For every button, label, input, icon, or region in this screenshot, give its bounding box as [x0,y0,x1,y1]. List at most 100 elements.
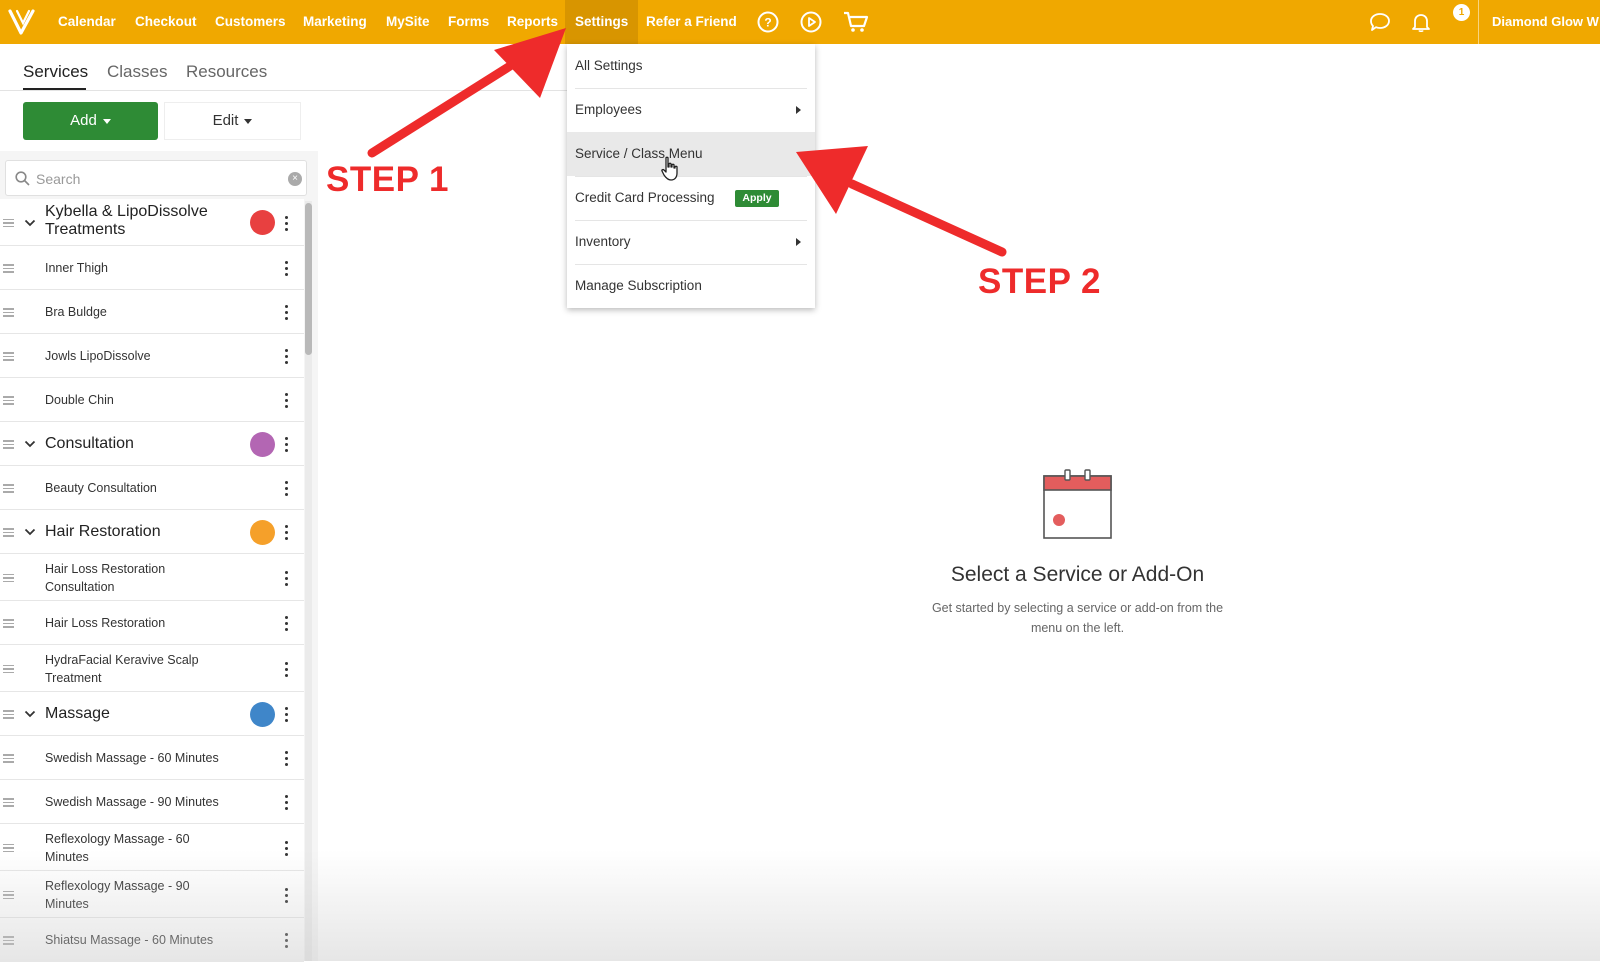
menu-item-inventory[interactable]: Inventory [567,220,815,264]
more-options-icon[interactable] [283,481,289,497]
service-item-row[interactable]: HydraFacial Keravive Scalp Treatment [0,645,304,692]
more-options-icon[interactable] [283,570,289,587]
menu-item-employees[interactable]: Employees [567,88,815,132]
service-label: Shiatsu Massage - 60 Minutes [45,933,214,947]
nav-customers[interactable]: Customers [215,0,286,44]
drag-handle-icon[interactable] [3,396,14,405]
add-button-label: Add [70,112,97,129]
drag-handle-icon[interactable] [3,218,14,227]
apply-badge[interactable]: Apply [735,190,779,207]
more-options-icon[interactable] [283,393,289,409]
menu-item-label: All Settings [575,58,643,73]
nav-mysite[interactable]: MySite [386,0,430,44]
more-options-icon[interactable] [283,840,289,857]
drag-handle-icon[interactable] [3,664,14,673]
service-category-row[interactable]: Hair Restoration [0,510,304,554]
service-item-row[interactable]: Jowls LipoDissolve [0,334,304,378]
service-item-row[interactable]: Swedish Massage - 60 Minutes [0,736,304,780]
edit-button[interactable]: Edit [164,102,301,140]
scrollbar-thumb[interactable] [305,203,312,355]
more-options-icon[interactable] [283,933,289,949]
settings-dropdown-menu: All Settings Employees Service / Class M… [567,44,815,308]
drag-handle-icon[interactable] [3,484,14,493]
more-options-icon[interactable] [283,661,289,678]
chevron-down-icon[interactable] [24,708,36,720]
menu-item-manage-subscription[interactable]: Manage Subscription [567,264,815,308]
drag-handle-icon[interactable] [3,308,14,317]
notification-count-badge: 1 [1453,4,1470,21]
drag-handle-icon[interactable] [3,890,14,899]
caret-down-icon [244,118,253,124]
service-item-row[interactable]: Hair Loss Restoration Consultation [0,554,304,601]
more-options-icon[interactable] [283,707,289,723]
drag-handle-icon[interactable] [3,754,14,763]
tab-resources[interactable]: Resources [186,62,267,82]
nav-calendar[interactable]: Calendar [58,0,116,44]
more-options-icon[interactable] [283,751,289,767]
nav-forms[interactable]: Forms [448,0,489,44]
more-options-icon[interactable] [283,215,289,232]
more-options-icon[interactable] [283,616,289,632]
drag-handle-icon[interactable] [3,352,14,361]
service-item-row[interactable]: Reflexology Massage - 60 Minutes [0,824,304,871]
nav-settings[interactable]: Settings [565,0,639,44]
caret-down-icon [102,118,111,124]
service-item-row[interactable]: Double Chin [0,378,304,422]
service-item-row[interactable]: Hair Loss Restoration [0,601,304,645]
more-options-icon[interactable] [283,261,289,277]
chevron-down-icon[interactable] [24,438,36,450]
notification-bell-icon[interactable] [1410,11,1432,33]
play-video-icon[interactable] [800,11,822,33]
drag-handle-icon[interactable] [3,440,14,449]
category-label: Kybella & LipoDissolve Treatments [45,203,208,238]
menu-item-label: Manage Subscription [575,278,702,293]
more-options-icon[interactable] [283,349,289,365]
service-item-row[interactable]: Inner Thigh [0,246,304,290]
cart-icon[interactable] [843,11,869,33]
help-icon[interactable]: ? [757,11,779,33]
tab-classes[interactable]: Classes [107,62,167,82]
service-label: Double Chin [45,393,114,407]
service-item-row[interactable]: Bra Buldge [0,290,304,334]
drag-handle-icon[interactable] [3,528,14,537]
drag-handle-icon[interactable] [3,798,14,807]
add-button[interactable]: Add [23,102,158,140]
service-item-row[interactable]: Shiatsu Massage - 60 Minutes [0,918,304,962]
more-options-icon[interactable] [283,525,289,541]
nav-checkout[interactable]: Checkout [135,0,197,44]
service-category-row[interactable]: Consultation [0,422,304,466]
more-options-icon[interactable] [283,795,289,811]
chevron-down-icon[interactable] [24,217,36,229]
chevron-down-icon[interactable] [24,526,36,538]
drag-handle-icon[interactable] [3,936,14,945]
category-color-dot [250,519,275,545]
clear-search-icon[interactable]: × [288,172,302,186]
category-label: Massage [45,705,110,722]
more-options-icon[interactable] [283,305,289,321]
more-options-icon[interactable] [283,887,289,904]
chat-icon[interactable] [1369,11,1391,33]
service-item-row[interactable]: Reflexology Massage - 90 Minutes [0,871,304,918]
more-options-icon[interactable] [283,437,289,453]
search-input[interactable] [36,168,276,190]
account-name[interactable]: Diamond Glow W [1492,0,1600,44]
service-item-row[interactable]: Beauty Consultation [0,466,304,510]
drag-handle-icon[interactable] [3,710,14,719]
menu-item-service-class-menu[interactable]: Service / Class Menu [567,132,815,176]
menu-item-all-settings[interactable]: All Settings [567,44,815,88]
tab-services[interactable]: Services [23,62,88,82]
top-nav-bar: Calendar Checkout Customers Marketing My… [0,0,1600,44]
topbar-divider [1478,0,1479,44]
nav-refer-a-friend[interactable]: Refer a Friend [646,0,737,44]
service-item-row[interactable]: Swedish Massage - 90 Minutes [0,780,304,824]
nav-reports[interactable]: Reports [507,0,558,44]
category-color-dot [250,701,275,727]
nav-marketing[interactable]: Marketing [303,0,367,44]
drag-handle-icon[interactable] [3,573,14,582]
drag-handle-icon[interactable] [3,843,14,852]
drag-handle-icon[interactable] [3,619,14,628]
service-category-row[interactable]: Kybella & LipoDissolve Treatments [0,199,304,246]
vagaro-logo-icon[interactable] [6,6,40,38]
service-category-row[interactable]: Massage [0,692,304,736]
drag-handle-icon[interactable] [3,264,14,273]
